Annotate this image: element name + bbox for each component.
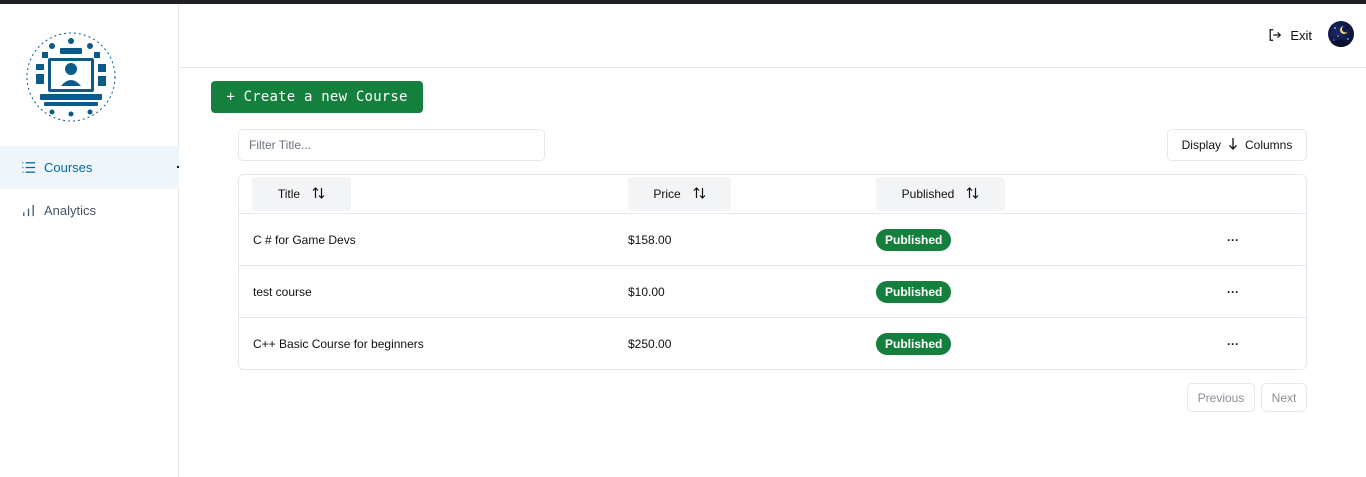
sort-price-button[interactable]: Price xyxy=(628,177,731,211)
row-actions-menu-button[interactable]: ··· xyxy=(1227,266,1239,318)
top-header: Exit xyxy=(180,4,1366,68)
sort-icon xyxy=(312,186,325,202)
course-price: $250.00 xyxy=(628,337,672,351)
next-page-button[interactable]: Next xyxy=(1261,383,1307,412)
sidebar-item-label: Courses xyxy=(44,160,93,175)
columns-label: Columns xyxy=(1245,138,1293,152)
courses-table: Title Price Published C # for Game Devs … xyxy=(238,174,1307,370)
avatar[interactable] xyxy=(1328,21,1354,47)
column-header-price: Price xyxy=(653,187,681,201)
previous-page-button[interactable]: Previous xyxy=(1187,383,1255,412)
sort-icon xyxy=(966,186,979,202)
exit-button[interactable]: Exit xyxy=(1268,24,1312,46)
table-row[interactable]: C # for Game Devs $158.00 Published ··· xyxy=(239,214,1306,266)
filter-title-input[interactable] xyxy=(238,129,545,161)
arrow-down-icon xyxy=(1227,137,1239,154)
table-header: Title Price Published xyxy=(239,175,1306,214)
exit-label: Exit xyxy=(1290,27,1312,43)
sidebar: Courses Analytics xyxy=(0,4,179,477)
display-label: Display xyxy=(1181,138,1221,152)
course-price: $158.00 xyxy=(628,233,672,247)
sidebar-item-label: Analytics xyxy=(44,203,97,218)
status-badge: Published xyxy=(876,281,952,303)
column-header-title: Title xyxy=(277,187,301,201)
sidebar-nav: Courses Analytics xyxy=(0,146,179,232)
app-logo[interactable] xyxy=(22,28,120,126)
list-icon xyxy=(20,160,36,176)
sidebar-item-analytics[interactable]: Analytics xyxy=(0,189,179,232)
bar-chart-icon xyxy=(20,203,36,219)
sort-published-button[interactable]: Published xyxy=(876,177,1005,211)
course-title: C++ Basic Course for beginners xyxy=(253,337,424,351)
table-row[interactable]: C++ Basic Course for beginners $250.00 P… xyxy=(239,318,1306,369)
status-badge: Published xyxy=(876,229,952,251)
logout-icon xyxy=(1268,28,1282,42)
row-actions-menu-button[interactable]: ··· xyxy=(1227,318,1239,369)
sidebar-item-courses[interactable]: Courses xyxy=(0,146,179,189)
column-header-published: Published xyxy=(901,187,955,201)
create-course-button[interactable]: + Create a new Course xyxy=(211,81,423,113)
row-actions-menu-button[interactable]: ··· xyxy=(1227,214,1239,266)
status-badge: Published xyxy=(876,333,952,355)
course-title: C # for Game Devs xyxy=(253,233,356,247)
course-title: test course xyxy=(253,285,312,299)
table-row[interactable]: test course $10.00 Published ··· xyxy=(239,266,1306,318)
sort-icon xyxy=(693,186,706,202)
course-price: $10.00 xyxy=(628,285,665,299)
sort-title-button[interactable]: Title xyxy=(252,177,351,211)
display-columns-button[interactable]: Display Columns xyxy=(1167,129,1307,161)
